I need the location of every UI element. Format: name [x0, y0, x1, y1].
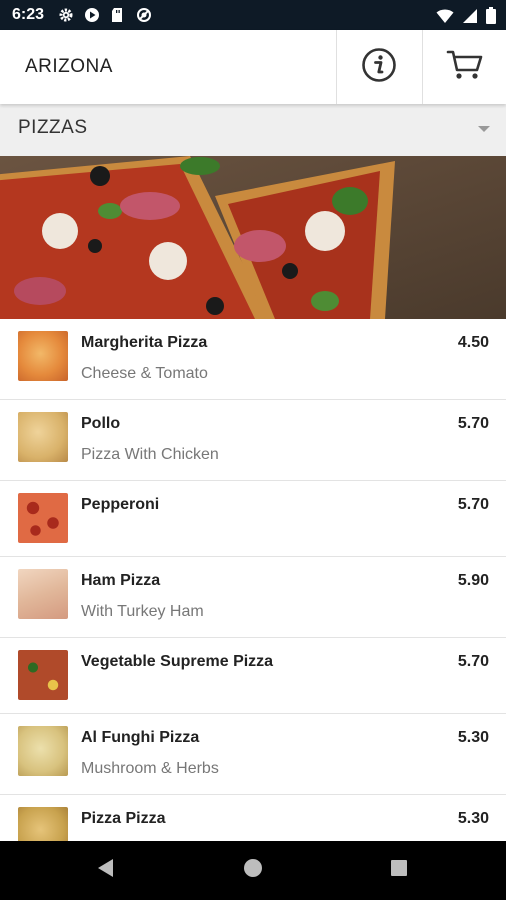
item-price: 5.70: [457, 496, 489, 513]
cart-icon: [446, 48, 484, 87]
item-thumbnail: [18, 412, 68, 462]
item-price: 5.70: [457, 415, 489, 432]
item-description: Cheese & Tomato: [81, 365, 208, 382]
item-name: Al Funghi Pizza: [81, 729, 200, 746]
item-price: 5.70: [457, 653, 489, 670]
item-thumbnail: [18, 493, 68, 543]
menu-item[interactable]: Pollo Pizza With Chicken 5.70: [0, 400, 506, 481]
item-price: 5.30: [457, 729, 489, 746]
info-icon: [361, 47, 397, 88]
item-thumbnail: [18, 726, 68, 776]
menu-item[interactable]: Ham Pizza With Turkey Ham 5.90: [0, 557, 506, 638]
app-bar: ARIZONA: [0, 30, 506, 104]
menu-item[interactable]: Vegetable Supreme Pizza 5.70: [0, 638, 506, 714]
hero-banner-image: [0, 156, 506, 319]
battery-icon: [486, 7, 496, 29]
gear-icon: [58, 7, 74, 23]
menu-list: Margherita Pizza Cheese & Tomato 4.50 Po…: [0, 319, 506, 841]
item-thumbnail: [18, 650, 68, 700]
home-icon: [243, 858, 263, 883]
item-thumbnail: [18, 569, 68, 619]
system-nav-bar: [0, 841, 506, 900]
status-bar: 6:23: [0, 0, 506, 30]
item-description: With Turkey Ham: [81, 603, 204, 620]
item-name: Pepperoni: [81, 496, 160, 513]
signal-icon: [462, 8, 478, 29]
item-name: Pizza Pizza: [81, 810, 166, 827]
item-thumbnail: [18, 331, 68, 381]
blocked-icon: [136, 7, 152, 23]
caret-down-icon: [478, 126, 490, 132]
item-description: Pizza With Chicken: [81, 446, 219, 463]
item-description: Mushroom & Herbs: [81, 760, 219, 777]
back-icon: [97, 858, 115, 883]
store-title: ARIZONA: [25, 56, 113, 77]
item-name: Margherita Pizza: [81, 334, 208, 351]
category-dropdown[interactable]: PIZZAS: [0, 104, 506, 156]
menu-item[interactable]: Pizza Pizza 5.30: [0, 795, 506, 841]
menu-item[interactable]: Margherita Pizza Cheese & Tomato 4.50: [0, 319, 506, 400]
menu-item[interactable]: Pepperoni 5.70: [0, 481, 506, 557]
item-thumbnail: [18, 807, 68, 841]
item-name: Ham Pizza: [81, 572, 161, 589]
menu-item[interactable]: Al Funghi Pizza Mushroom & Herbs 5.30: [0, 714, 506, 795]
wifi-icon: [436, 8, 454, 29]
info-button[interactable]: [336, 30, 421, 104]
item-price: 4.50: [457, 334, 489, 351]
item-price: 5.90: [457, 572, 489, 589]
back-button[interactable]: [76, 841, 136, 900]
cart-button[interactable]: [422, 30, 506, 104]
category-label: PIZZAS: [18, 117, 88, 138]
play-protect-icon: [84, 7, 100, 23]
recents-button[interactable]: [369, 841, 429, 900]
item-name: Vegetable Supreme Pizza: [81, 653, 274, 670]
item-name: Pollo: [81, 415, 121, 432]
recents-icon: [390, 859, 408, 882]
sd-card-icon: [110, 7, 126, 23]
home-button[interactable]: [223, 841, 283, 900]
status-time: 6:23: [12, 6, 45, 23]
item-price: 5.30: [457, 810, 489, 827]
